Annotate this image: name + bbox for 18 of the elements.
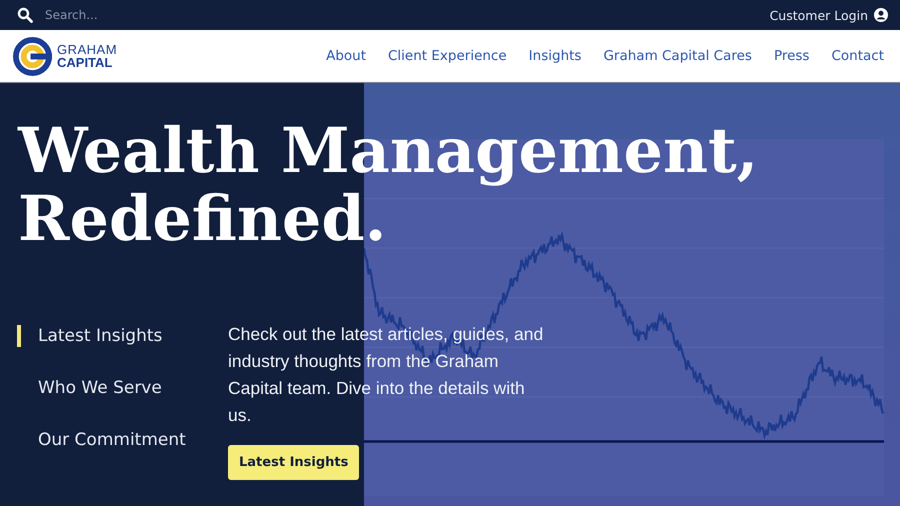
nav-link[interactable]: Graham Capital Cares	[603, 48, 752, 64]
latest-insights-button[interactable]: Latest Insights	[228, 445, 360, 480]
nav-link[interactable]: About	[326, 48, 366, 64]
nav-link[interactable]: Insights	[528, 48, 582, 64]
nav-link[interactable]: Client Experience	[388, 48, 507, 64]
hero-tab[interactable]: Who We Serve	[17, 377, 192, 399]
hero-tab[interactable]: Our Commitment	[17, 429, 192, 451]
hero-tab[interactable]: Latest Insights	[17, 325, 192, 347]
search-icon	[17, 7, 33, 23]
logo-text: CAPITAL	[57, 56, 114, 69]
customer-login-link[interactable]: Customer Login	[770, 8, 868, 22]
nav-link[interactable]: Contact	[831, 48, 884, 64]
logo-icon	[13, 36, 52, 76]
user-icon	[874, 8, 888, 22]
nav-link[interactable]: Press	[774, 48, 810, 64]
logo-text: GRAHAM	[57, 43, 118, 56]
search-field[interactable]: Search...	[43, 7, 247, 23]
intro-text: Check out the latest articles, guides, and industry thoughts from the Graham Capital team. Dive into the details with us.	[228, 323, 544, 427]
